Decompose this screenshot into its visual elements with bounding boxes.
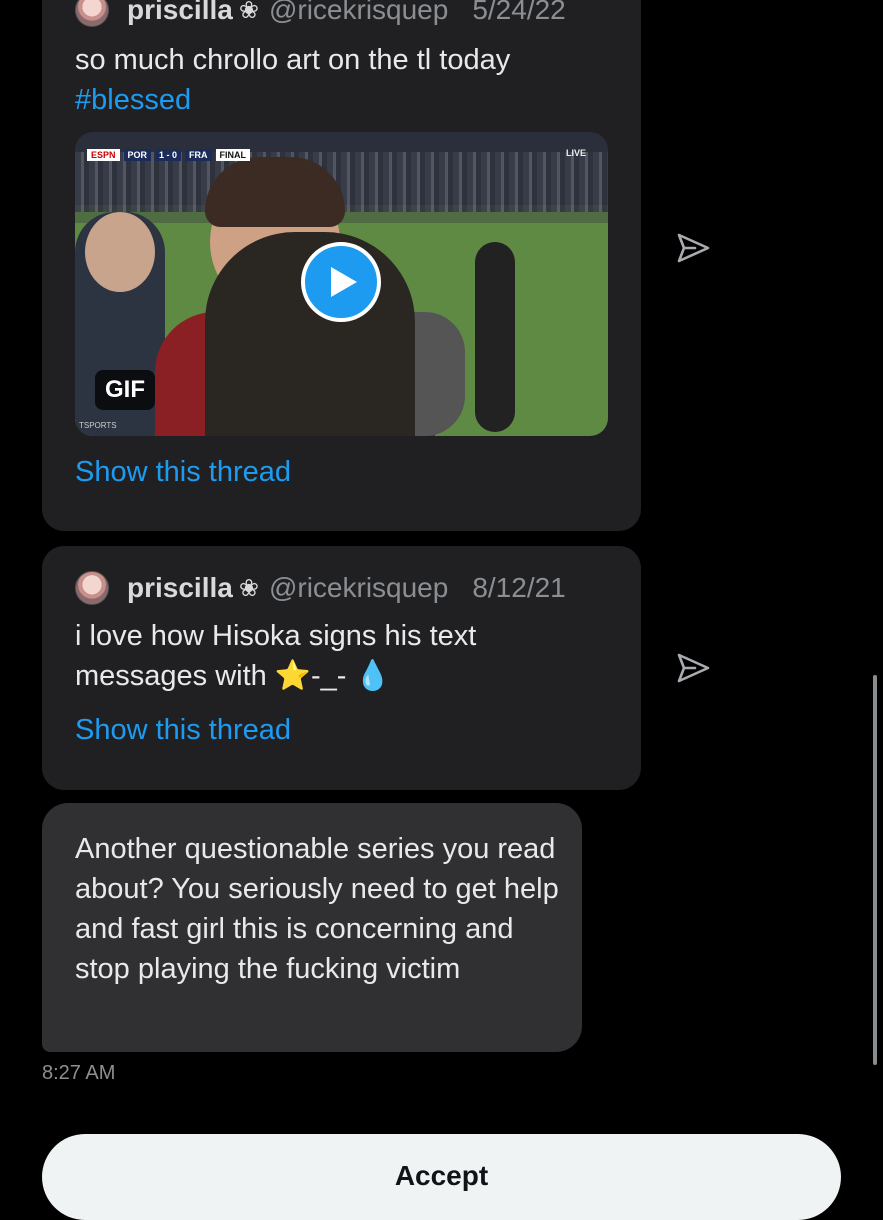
tweet-text: so much chrollo art on the tl today	[75, 44, 511, 76]
tweet-date: 5/24/22	[472, 0, 566, 25]
message-text: Another questionable series you read abo…	[75, 833, 559, 985]
message-timestamp: 8:27 AM	[42, 1062, 116, 1084]
scoreboard-score: 1 - 0	[155, 149, 182, 161]
tweet-text-line-1: i love how Hisoka signs his text	[75, 620, 477, 652]
avatar[interactable]	[75, 571, 109, 605]
show-thread-link[interactable]: Show this thread	[75, 456, 291, 489]
hashtag-link[interactable]: #blessed	[75, 80, 191, 120]
send-icon[interactable]	[675, 650, 711, 686]
display-name[interactable]: priscilla	[127, 0, 233, 26]
scoreboard: ESPN POR 1 - 0 FRA FINAL	[87, 148, 251, 162]
flower-icon: ❀	[238, 0, 259, 24]
gif-badge: GIF	[95, 370, 155, 410]
avatar[interactable]	[75, 0, 109, 27]
tweet-date: 8/12/21	[472, 572, 566, 603]
play-button[interactable]	[301, 242, 381, 322]
live-label: LIVE	[565, 148, 586, 158]
send-icon[interactable]	[675, 230, 711, 266]
scoreboard-team-home: POR	[123, 149, 152, 161]
scoreboard-team-away: FRA	[185, 149, 212, 161]
accept-button[interactable]: Accept	[42, 1134, 841, 1220]
display-name[interactable]: priscilla	[127, 572, 233, 604]
username-handle: @ricekrisquep	[268, 572, 449, 603]
gif-media[interactable]: ESPN POR 1 - 0 FRA FINAL LIVE GIF TSPORT…	[75, 132, 608, 436]
message-bubble[interactable]: Another questionable series you read abo…	[42, 803, 582, 1052]
play-icon	[331, 267, 357, 297]
figure	[85, 212, 155, 292]
shared-tweet-card-2[interactable]: priscilla ❀ @ricekrisquep 8/12/21 i love…	[42, 546, 641, 790]
tweet-header: priscilla ❀ @ricekrisquep 8/12/21	[75, 568, 566, 608]
figure	[475, 242, 515, 432]
show-thread-link[interactable]: Show this thread	[75, 714, 291, 747]
tweet-header: priscilla ❀ @ricekrisquep 5/24/22	[75, 0, 566, 30]
username-handle: @ricekrisquep	[268, 0, 449, 25]
shared-tweet-card-1[interactable]: priscilla ❀ @ricekrisquep 5/24/22 so muc…	[42, 0, 641, 531]
scrollbar[interactable]	[873, 675, 877, 1065]
scoreboard-network: ESPN	[87, 149, 120, 161]
tweet-text-line-2: messages with ⭐-_- 💧	[75, 660, 391, 692]
watermark: TSPORTS	[79, 421, 117, 430]
figure	[205, 157, 345, 227]
scoreboard-status: FINAL	[215, 149, 251, 161]
flower-icon: ❀	[238, 574, 259, 602]
